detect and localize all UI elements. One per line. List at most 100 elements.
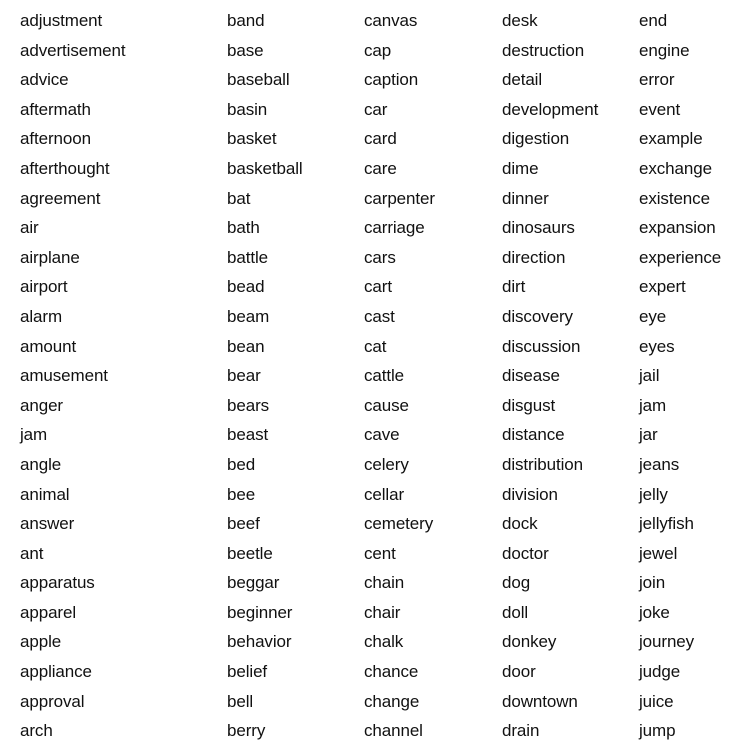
word-item: approval — [20, 691, 85, 711]
word-item: drain — [502, 721, 540, 741]
word-item: cellar — [364, 484, 405, 504]
word-item: cars — [364, 247, 396, 267]
word-item: animal — [20, 484, 70, 504]
word-item: celery — [364, 454, 409, 474]
word-item: carriage — [364, 218, 425, 238]
word-item: donkey — [502, 632, 557, 652]
word-item: cave — [364, 425, 400, 445]
word-item: air — [20, 218, 39, 238]
word-item: distance — [502, 425, 565, 445]
word-item: dirt — [502, 277, 526, 297]
word-item: error — [639, 70, 675, 90]
word-item: existence — [639, 188, 710, 208]
word-item: beef — [227, 514, 260, 534]
word-item: band — [227, 11, 265, 30]
word-item: airport — [20, 277, 68, 297]
word-item: journey — [639, 632, 695, 652]
word-item: dinner — [502, 188, 549, 208]
word-item: dinosaurs — [502, 218, 575, 238]
word-item: join — [639, 573, 666, 593]
word-item: disgust — [502, 395, 556, 415]
word-item: beast — [227, 425, 269, 445]
word-item: dock — [502, 514, 538, 534]
word-column-d: desk destruction detail development digestio… — [502, 6, 598, 746]
word-item: engine — [639, 40, 690, 60]
word-item: change — [364, 691, 420, 711]
word-item: afterthought — [20, 158, 110, 178]
word-item: bead — [227, 277, 265, 297]
word-item: bat — [227, 188, 251, 208]
word-item: adjustment — [20, 11, 103, 30]
word-item: direction — [502, 247, 566, 267]
word-item: caption — [364, 70, 419, 90]
word-item: eye — [639, 306, 667, 326]
word-item: downtown — [502, 691, 578, 711]
word-item: dog — [502, 573, 531, 593]
word-item: basket — [227, 129, 277, 149]
word-item: cast — [364, 306, 395, 326]
word-item: door — [502, 662, 536, 682]
word-item: bed — [227, 454, 256, 474]
word-item: answer — [20, 514, 75, 534]
word-item: joke — [639, 602, 670, 622]
word-item: chair — [364, 602, 401, 622]
word-item: cat — [364, 336, 387, 356]
word-item: doll — [502, 602, 529, 622]
word-item: amount — [20, 336, 77, 356]
word-item: chalk — [364, 632, 404, 652]
word-item: exchange — [639, 158, 712, 178]
word-item: base — [227, 40, 264, 60]
word-item: belief — [227, 662, 268, 682]
word-item: jam — [20, 425, 48, 445]
word-item: apple — [20, 632, 62, 652]
word-item: behavior — [227, 632, 292, 652]
word-item: arch — [20, 721, 53, 741]
word-item: judge — [639, 662, 681, 682]
word-item: apparel — [20, 602, 77, 622]
word-item: bear — [227, 366, 261, 386]
word-item: battle — [227, 247, 268, 267]
word-item: beggar — [227, 573, 280, 593]
word-item: expansion — [639, 218, 716, 238]
word-item: cap — [364, 40, 392, 60]
word-item: berry — [227, 721, 266, 741]
word-item: angle — [20, 454, 62, 474]
word-item: chain — [364, 573, 405, 593]
word-item: beginner — [227, 602, 293, 622]
word-item: beam — [227, 306, 270, 326]
word-item: chance — [364, 662, 419, 682]
word-item: airplane — [20, 247, 80, 267]
word-item: jeans — [639, 454, 680, 474]
word-item: cattle — [364, 366, 405, 386]
word-item: experience — [639, 247, 722, 267]
word-item: jewel — [639, 543, 678, 563]
word-item: eyes — [639, 336, 675, 356]
word-item: desk — [502, 11, 538, 30]
word-item: baseball — [227, 70, 290, 90]
word-item: care — [364, 158, 397, 178]
word-item: cent — [364, 543, 396, 563]
word-item: cart — [364, 277, 392, 297]
word-item: disease — [502, 366, 560, 386]
word-item: alarm — [20, 306, 63, 326]
word-item: amusement — [20, 366, 108, 386]
word-item: discussion — [502, 336, 581, 356]
word-item: bee — [227, 484, 256, 504]
word-item: distribution — [502, 454, 584, 474]
word-item: discovery — [502, 306, 573, 326]
word-item: expert — [639, 277, 686, 297]
word-item: digestion — [502, 129, 570, 149]
word-item: ant — [20, 543, 44, 563]
word-item: afternoon — [20, 129, 91, 149]
word-item: example — [639, 129, 703, 149]
word-item: apparatus — [20, 573, 95, 593]
word-item: cemetery — [364, 514, 434, 534]
word-item: bean — [227, 336, 265, 356]
word-item: carpenter — [364, 188, 435, 208]
word-item: development — [502, 99, 599, 119]
word-column-c: canvas cap caption car card care carpenter carr… — [364, 6, 435, 746]
word-item: basin — [227, 99, 268, 119]
word-item: channel — [364, 721, 423, 741]
word-item: division — [502, 484, 558, 504]
word-item: cause — [364, 395, 409, 415]
